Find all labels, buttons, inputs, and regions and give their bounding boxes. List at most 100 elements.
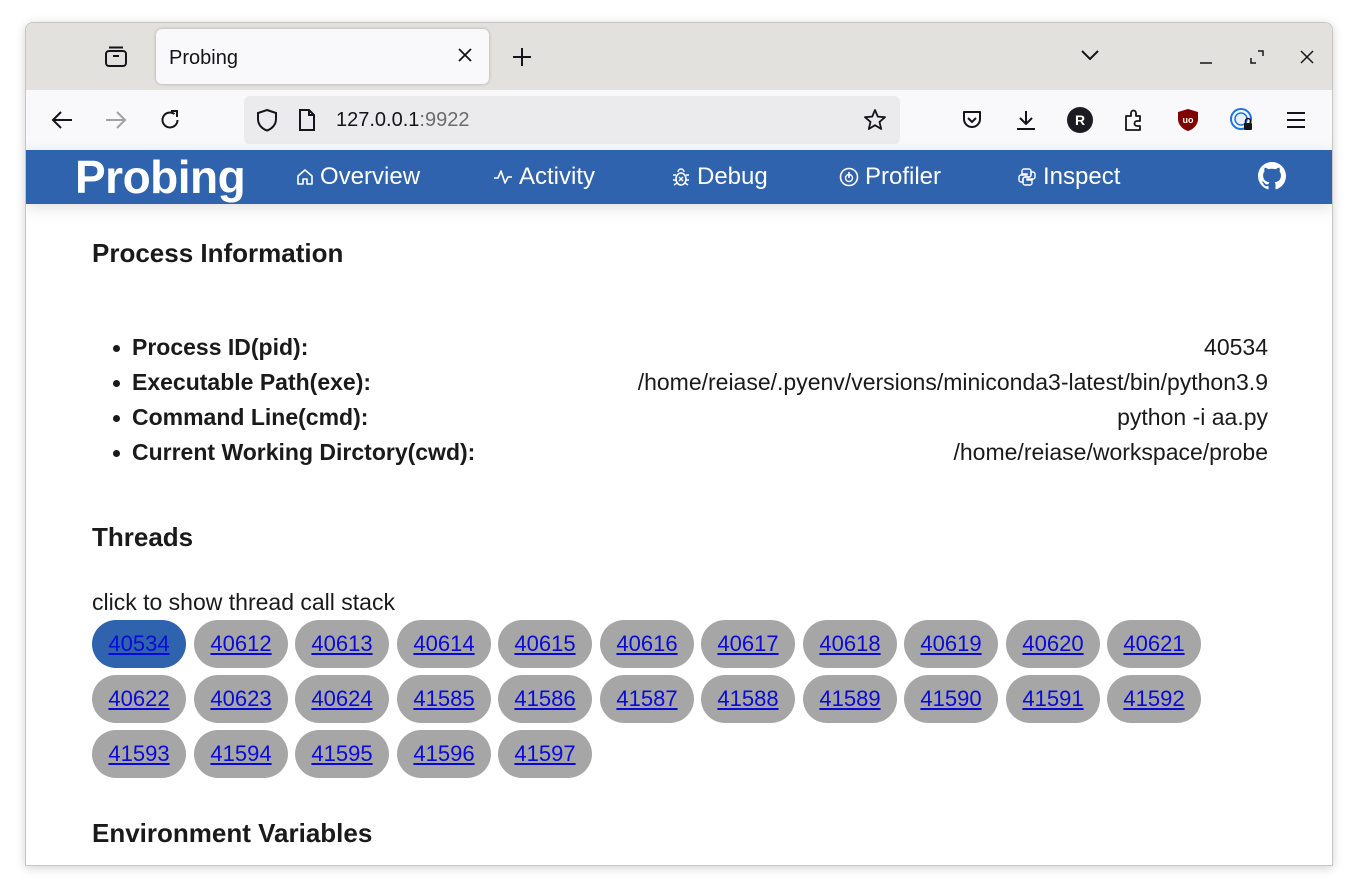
arrow-left-icon <box>51 111 72 129</box>
thread-link-40622[interactable]: 40622 <box>92 675 186 723</box>
list-item: Command Line(cmd): python -i aa.py <box>113 400 1268 435</box>
thread-link-41585[interactable]: 41585 <box>397 675 491 723</box>
downloads-button[interactable] <box>1010 104 1042 136</box>
nav-overview-label: Overview <box>320 163 421 190</box>
app-menu-button[interactable] <box>1280 104 1312 136</box>
thread-link-40620[interactable]: 40620 <box>1006 620 1100 668</box>
list-item: Process ID(pid): 40534 <box>113 330 1268 365</box>
page-icon[interactable] <box>294 107 320 133</box>
threads-heading: Threads <box>92 522 194 552</box>
thread-link-41595[interactable]: 41595 <box>295 730 389 778</box>
info-value: /home/reiase/.pyenv/versions/miniconda3-… <box>637 369 1268 395</box>
info-value: /home/reiase/workspace/probe <box>953 439 1269 465</box>
gauge-icon <box>839 167 859 187</box>
thread-link-40618[interactable]: 40618 <box>803 620 897 668</box>
tab-title: Probing <box>169 47 238 69</box>
process-info-heading: Process Information <box>92 238 344 268</box>
nav-debug-label: Debug <box>697 163 768 190</box>
python-icon <box>1018 168 1036 186</box>
hamburger-menu-icon <box>1287 112 1305 128</box>
address-bar[interactable]: 127.0.0.1:9922 <box>244 96 900 144</box>
info-key: Current Working Dirctory(cwd): <box>132 439 476 465</box>
thread-link-41597[interactable]: 41597 <box>498 730 592 778</box>
nav-activity[interactable]: Activity <box>493 163 595 191</box>
restore-icon <box>1250 50 1264 64</box>
plus-icon <box>513 48 531 66</box>
thread-link-40623[interactable]: 40623 <box>194 675 288 723</box>
thread-link-40617[interactable]: 40617 <box>701 620 795 668</box>
list-all-tabs-button[interactable] <box>1076 41 1104 69</box>
thread-link-41592[interactable]: 41592 <box>1107 675 1201 723</box>
thread-link-41591[interactable]: 41591 <box>1006 675 1100 723</box>
nav-debug[interactable]: Debug <box>671 163 768 191</box>
nav-activity-label: Activity <box>519 163 596 190</box>
thread-link-40616[interactable]: 40616 <box>600 620 694 668</box>
nav-overview[interactable]: Overview <box>296 163 420 191</box>
nav-profiler-label: Profiler <box>865 163 942 190</box>
thread-link-41593[interactable]: 41593 <box>92 730 186 778</box>
thread-link-41590[interactable]: 41590 <box>904 675 998 723</box>
process-info-list: Process ID(pid): 40534 Executable Path(e… <box>113 330 1269 470</box>
thread-link-40534[interactable]: 40534 <box>92 620 186 668</box>
nav-inspect[interactable]: Inspect <box>1017 163 1120 191</box>
page-content: Process Information Process ID(pid): 405… <box>26 204 1332 865</box>
site-brand[interactable]: Probing <box>75 150 246 204</box>
password-manager-button[interactable] <box>1226 104 1258 136</box>
pocket-icon <box>963 111 981 128</box>
thread-link-41596[interactable]: 41596 <box>397 730 491 778</box>
puzzle-icon <box>1125 109 1141 131</box>
ublock-button[interactable]: uo <box>1172 104 1204 136</box>
close-icon <box>458 48 472 62</box>
thread-link-41587[interactable]: 41587 <box>600 675 694 723</box>
info-key: Process ID(pid): <box>132 334 309 360</box>
thread-link-40621[interactable]: 40621 <box>1107 620 1201 668</box>
close-tab-button[interactable] <box>453 43 477 67</box>
thread-link-40624[interactable]: 40624 <box>295 675 389 723</box>
forward-button[interactable] <box>100 104 132 136</box>
ublock-shield-icon: uo <box>1178 109 1198 131</box>
url-text: 127.0.0.1:9922 <box>336 109 469 132</box>
svg-text:uo: uo <box>1183 115 1194 125</box>
download-icon <box>1017 111 1035 130</box>
home-icon <box>297 169 313 185</box>
url-port: :9922 <box>419 109 470 131</box>
new-tab-button[interactable] <box>506 41 538 73</box>
firefox-view-button[interactable] <box>100 41 132 73</box>
restore-button[interactable] <box>1240 41 1274 73</box>
thread-link-40619[interactable]: 40619 <box>904 620 998 668</box>
minimize-icon <box>1200 62 1212 64</box>
info-value: 40534 <box>1204 334 1268 360</box>
pocket-button[interactable] <box>956 104 988 136</box>
thread-link-41589[interactable]: 41589 <box>803 675 897 723</box>
thread-link-41586[interactable]: 41586 <box>498 675 592 723</box>
env-vars-heading: Environment Variables <box>92 818 373 848</box>
browser-window: Probing 127.0.0.1:9922 R uo Probing Over… <box>25 22 1333 866</box>
tab-overview-icon <box>105 46 127 67</box>
shield-icon[interactable] <box>254 107 280 133</box>
thread-link-41588[interactable]: 41588 <box>701 675 795 723</box>
close-window-button[interactable] <box>1290 41 1324 73</box>
bug-icon <box>673 168 689 186</box>
navigation-toolbar: 127.0.0.1:9922 R uo <box>26 90 1332 150</box>
thread-link-40613[interactable]: 40613 <box>295 620 389 668</box>
active-tab[interactable]: Probing <box>156 29 489 84</box>
nav-inspect-label: Inspect <box>1043 163 1121 190</box>
minimize-button[interactable] <box>1189 41 1223 73</box>
thread-link-41594[interactable]: 41594 <box>194 730 288 778</box>
tab-strip: Probing <box>26 23 1332 90</box>
chevron-down-icon <box>1081 50 1099 61</box>
threads-hint: click to show thread call stack <box>92 589 395 615</box>
thread-link-40614[interactable]: 40614 <box>397 620 491 668</box>
thread-link-40612[interactable]: 40612 <box>194 620 288 668</box>
bookmark-star-icon[interactable] <box>862 107 888 133</box>
reload-icon <box>161 110 179 129</box>
thread-link-40615[interactable]: 40615 <box>498 620 592 668</box>
site-header: Probing Overview Activity Debug Profiler… <box>26 150 1332 204</box>
extensions-button[interactable] <box>1118 104 1150 136</box>
reload-button[interactable] <box>154 104 186 136</box>
account-button[interactable]: R <box>1064 104 1096 136</box>
nav-profiler[interactable]: Profiler <box>839 163 941 191</box>
github-icon[interactable] <box>1258 162 1286 190</box>
password-lock-icon <box>1230 108 1252 130</box>
back-button[interactable] <box>46 104 78 136</box>
